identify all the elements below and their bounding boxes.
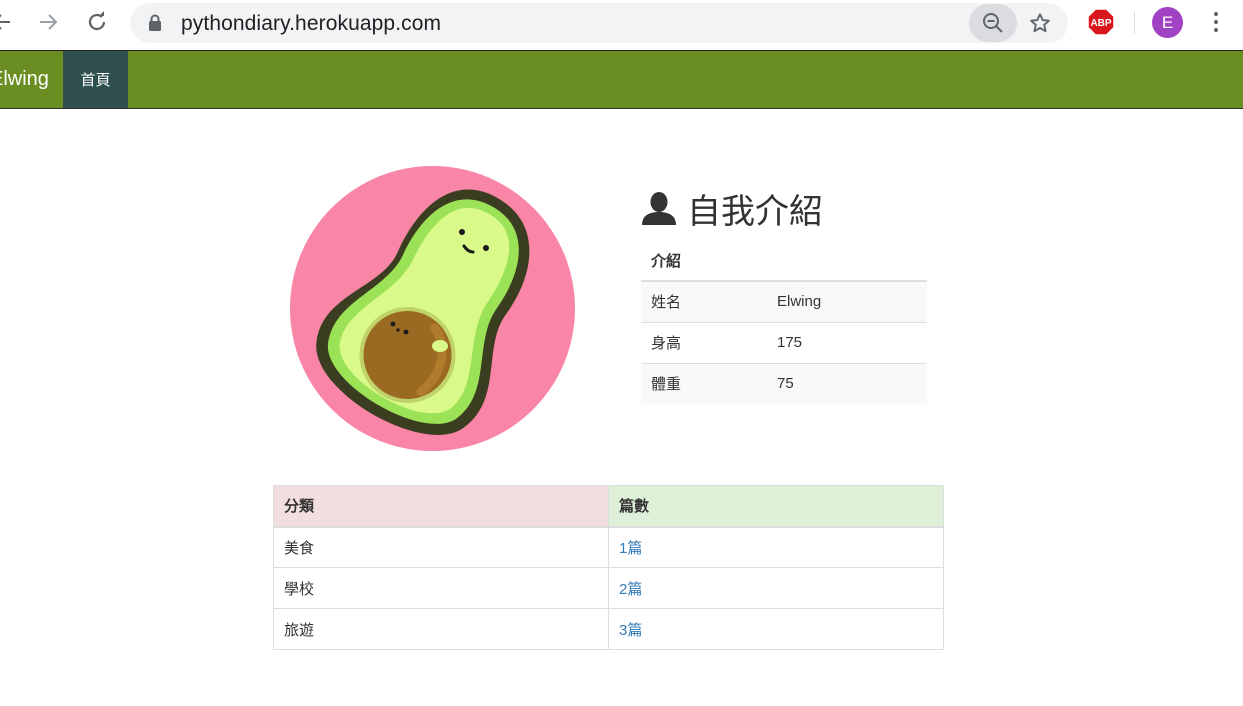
intro-heading: 自我介紹: [641, 186, 823, 232]
table-row: 美食 1篇: [273, 526, 944, 568]
zoom-button[interactable]: [969, 4, 1017, 42]
lock-icon: [149, 14, 161, 31]
profile-avatar[interactable]: E: [1152, 7, 1183, 38]
row-label: 姓名: [641, 280, 767, 322]
category-column-header: 分類: [273, 485, 609, 528]
row-label: 體重: [641, 362, 767, 404]
category-name: 旅遊: [273, 608, 609, 650]
intro-heading-text: 自我介紹: [687, 191, 823, 232]
zoom-out-icon: [983, 13, 1003, 33]
row-value: 75: [767, 362, 927, 404]
table-row: 姓名 Elwing: [641, 280, 927, 322]
intro-table: 介紹 姓名 Elwing 身高 175 體重 75: [641, 240, 927, 404]
adblock-icon: ABP: [1087, 8, 1115, 36]
intro-table-header-row: 介紹: [641, 240, 927, 282]
adblock-extension-button[interactable]: ABP: [1087, 8, 1115, 36]
address-bar[interactable]: pythondiary.herokuapp.com: [130, 3, 1068, 43]
table-row: 旅遊 3篇: [273, 608, 944, 650]
star-icon: [1030, 13, 1050, 33]
row-label: 身高: [641, 321, 767, 363]
avocado-avatar-image: [290, 166, 575, 451]
menu-dot-icon: [1214, 28, 1218, 32]
table-row: 體重 75: [641, 362, 927, 404]
url-text: pythondiary.herokuapp.com: [181, 12, 442, 35]
user-icon: [642, 192, 676, 225]
reload-button[interactable]: [81, 6, 113, 38]
category-count-link[interactable]: 2篇: [619, 581, 642, 598]
menu-dot-icon: [1214, 20, 1218, 24]
category-table-header-row: 分類 篇數: [273, 485, 944, 528]
category-count-cell: 3篇: [608, 608, 944, 650]
bookmark-button[interactable]: [1026, 9, 1054, 37]
intro-table-header: 介紹: [641, 240, 927, 282]
row-value: Elwing: [767, 280, 927, 322]
site-brand[interactable]: Elwing: [0, 68, 49, 91]
category-name: 學校: [273, 567, 609, 609]
table-row: 學校 2篇: [273, 567, 944, 609]
row-value: 175: [767, 321, 927, 363]
reload-icon: [88, 11, 106, 31]
forward-arrow-icon: [40, 14, 58, 30]
category-name: 美食: [273, 526, 609, 568]
category-count-link[interactable]: 1篇: [619, 540, 642, 557]
nav-home-link[interactable]: 首頁: [63, 51, 128, 108]
browser-menu-button[interactable]: [1204, 8, 1228, 36]
category-table: 分類 篇數 美食 1篇 學校 2篇 旅遊 3篇: [273, 485, 944, 650]
toolbar-divider: [1134, 12, 1135, 34]
category-count-link[interactable]: 3篇: [619, 622, 642, 639]
category-count-cell: 1篇: [608, 526, 944, 568]
back-button[interactable]: [0, 6, 18, 38]
category-count-cell: 2篇: [608, 567, 944, 609]
count-column-header: 篇數: [608, 485, 944, 528]
site-navbar: Elwing 首頁: [0, 51, 1243, 109]
menu-dot-icon: [1214, 12, 1218, 16]
adblock-label: ABP: [1090, 18, 1111, 29]
table-row: 身高 175: [641, 321, 927, 363]
forward-button[interactable]: [32, 6, 64, 38]
browser-toolbar: pythondiary.herokuapp.com ABP E: [0, 0, 1243, 51]
back-arrow-icon: [0, 14, 10, 30]
